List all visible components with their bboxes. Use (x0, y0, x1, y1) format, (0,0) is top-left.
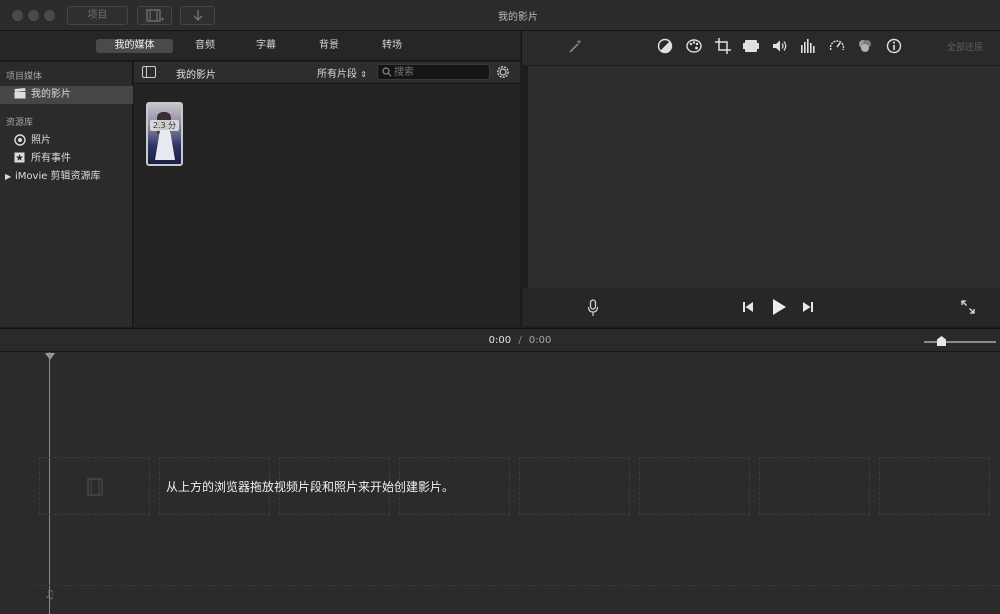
timeline-header: 0:00 / 0:00 (0, 328, 1000, 352)
fullscreen-icon[interactable] (960, 299, 976, 315)
timecode-display: 0:00 / 0:00 (0, 335, 1000, 346)
tab-titles[interactable]: 字幕 (246, 39, 286, 53)
browser-toolbar: 我的影片 所有片段 ⇕ (134, 62, 520, 84)
clip-placeholder (639, 457, 750, 515)
timeline-empty-hint: 从上方的浏览器拖放视频片段和照片来开始创建影片。 (166, 480, 455, 494)
disclosure-triangle-icon[interactable]: ▶ (5, 168, 11, 186)
clapperboard-icon (14, 88, 26, 100)
equalizer-icon[interactable] (799, 37, 817, 55)
tab-audio[interactable]: 音频 (185, 39, 225, 53)
color-correction-palette-icon[interactable] (685, 37, 703, 55)
stabilization-camera-icon[interactable] (742, 37, 760, 55)
sidebar-item-my-movie[interactable]: 我的影片 (0, 86, 133, 104)
clip-placeholder (759, 457, 870, 515)
color-balance-icon[interactable] (656, 37, 674, 55)
clip-duration-badge: 2.3 分 (150, 120, 179, 131)
tab-transitions[interactable]: 转场 (372, 39, 412, 53)
music-note-icon: ♫ (44, 587, 55, 601)
tab-my-media[interactable]: 我的媒体 (96, 39, 173, 53)
toggle-sidebar-button[interactable] (142, 66, 156, 78)
person-dress (155, 130, 175, 160)
settings-gear-icon[interactable] (496, 65, 510, 79)
tab-backgrounds[interactable]: 背景 (309, 39, 349, 53)
sidebar-item-imovie-library[interactable]: ▶ iMovie 剪辑资源库 (0, 168, 133, 186)
crop-icon[interactable] (714, 37, 732, 55)
window-title: 我的影片 (498, 12, 538, 23)
title-bar: 项目 我的影片 (0, 0, 1000, 31)
current-time: 0:00 (488, 335, 512, 346)
clip-placeholder (39, 457, 150, 515)
section-header-libraries: 资源库 (6, 118, 34, 128)
time-separator: / (518, 335, 522, 346)
sidebar-item-photos[interactable]: 照片 (0, 132, 133, 150)
sidebar-item-label: iMovie 剪辑资源库 (15, 171, 101, 182)
skip-forward-icon[interactable] (801, 300, 815, 314)
clip-grid: 2.3 分 (134, 85, 520, 327)
audio-track-row: ♫ (34, 585, 1000, 607)
zoom-slider-thumb[interactable] (937, 336, 946, 346)
sidebar-toggle-icon (146, 67, 147, 77)
sidebar-item-label: 我的影片 (31, 89, 71, 100)
search-field[interactable] (377, 64, 490, 80)
updown-chevron-icon: ⇕ (360, 70, 367, 79)
sidebar-item-all-events[interactable]: 所有事件 (0, 150, 133, 168)
playback-controls (521, 288, 1000, 326)
video-viewer (528, 66, 1000, 288)
media-browser: 我的影片 所有片段 ⇕ 2.3 分 (134, 62, 520, 327)
skip-back-icon[interactable] (741, 300, 755, 314)
clip-placeholder (519, 457, 630, 515)
video-clip-thumbnail[interactable]: 2.3 分 (146, 102, 183, 166)
browser-title: 我的影片 (176, 70, 216, 81)
microphone-icon[interactable] (587, 299, 599, 317)
photos-icon (14, 134, 26, 146)
sidebar-item-label: 照片 (31, 135, 51, 146)
total-time: 0:00 (528, 335, 552, 346)
zoom-slider[interactable] (924, 329, 996, 353)
sidebar-item-label: 所有事件 (31, 153, 71, 164)
viewer-toolbar: 全部还原 (521, 31, 1000, 65)
info-icon[interactable] (885, 37, 903, 55)
play-icon[interactable] (770, 298, 788, 316)
reset-all-button[interactable]: 全部还原 (947, 40, 983, 53)
search-icon (382, 67, 392, 77)
film-strip-icon (87, 478, 103, 496)
clip-filter-select[interactable]: 所有片段 ⇕ (317, 65, 367, 80)
clip-placeholder (879, 457, 990, 515)
zoom-slider-track (924, 341, 996, 343)
star-icon (14, 152, 26, 164)
timeline-area[interactable]: 从上方的浏览器拖放视频片段和照片来开始创建影片。 ♫ (0, 352, 1000, 614)
playhead-marker[interactable] (45, 353, 55, 360)
magic-wand-icon[interactable] (566, 37, 584, 55)
section-header-project-media: 项目媒体 (6, 72, 43, 82)
search-input[interactable] (394, 65, 486, 79)
clip-filter-label: 所有片段 (317, 69, 357, 80)
volume-icon[interactable] (771, 37, 789, 55)
clip-filter-icon[interactable] (856, 37, 874, 55)
media-tab-bar: 我的媒体 音频 字幕 背景 转场 (0, 31, 520, 61)
library-sidebar: 项目媒体 我的影片 资源库 照片 所有事件 ▶ iMovie 剪辑资源库 (0, 62, 133, 327)
speed-gauge-icon[interactable] (828, 37, 846, 55)
